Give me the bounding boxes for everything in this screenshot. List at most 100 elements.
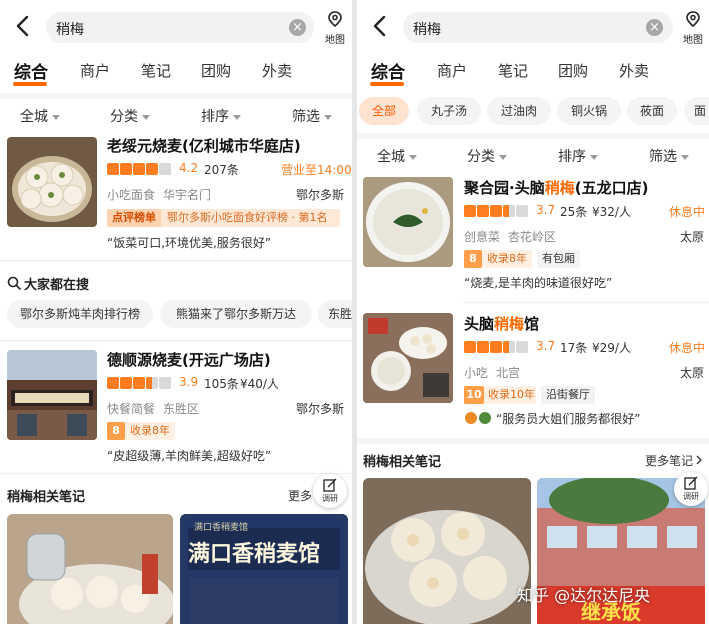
edit-icon <box>684 476 698 490</box>
shop-city: 太原 <box>680 366 705 380</box>
shop-name[interactable]: 聚合园·头脑稍梅(五龙口店) <box>464 177 648 198</box>
shop-name[interactable]: 老绥元烧麦(亿利城市华庭店) <box>107 135 301 156</box>
shop-name[interactable]: 德顺源烧麦(开远广场店) <box>107 349 271 370</box>
filter-screen[interactable]: 筛选 <box>292 106 332 126</box>
star-rating <box>107 163 171 175</box>
more-notes-link[interactable]: 更多笔记 <box>645 452 703 469</box>
search-input[interactable]: 稍梅 <box>413 19 441 39</box>
tab-merchants[interactable]: 商户 <box>437 60 467 81</box>
chip-copper-hotpot[interactable]: 铜火锅 <box>557 97 621 125</box>
chip-noodles[interactable]: 面 <box>684 97 709 125</box>
star-icon <box>477 341 489 353</box>
star-icon <box>516 341 528 353</box>
star-icon <box>120 163 132 175</box>
tab-merchants[interactable]: 商户 <box>80 60 110 81</box>
clear-icon[interactable]: × <box>646 19 663 36</box>
star-icon <box>490 341 502 353</box>
rating-score: 3.7 <box>536 339 556 353</box>
note-image-shaomai[interactable] <box>7 514 173 624</box>
tab-comprehensive[interactable]: 综合 <box>371 58 405 83</box>
filter-city[interactable]: 全城 <box>20 106 60 126</box>
chip-meatball-soup[interactable]: 丸子汤 <box>417 97 481 125</box>
shop-name-highlight: 稍梅 <box>494 315 525 333</box>
map-button[interactable]: 地图 <box>321 11 349 46</box>
filter-screen[interactable]: 筛选 <box>649 146 689 166</box>
tab-delivery[interactable]: 外卖 <box>262 60 292 81</box>
section-gap <box>357 133 709 139</box>
filter-city-label: 全城 <box>20 109 48 125</box>
star-rating <box>107 377 171 389</box>
chevron-right-icon <box>696 455 702 465</box>
search-bar[interactable]: 稍梅 × <box>403 12 673 43</box>
review-snippet: “皮超级薄,羊肉鲜美,超级好吃” <box>107 449 272 463</box>
reviewer-avatars-icon <box>465 412 491 424</box>
back-arrow-icon[interactable] <box>12 14 34 38</box>
popular-search-chip[interactable]: 东胜 <box>318 300 352 328</box>
rank-badge[interactable]: 点评榜单 鄂尔多斯小吃面食好评榜 · 第1名 <box>107 209 340 227</box>
filter-city-label: 全城 <box>377 149 405 165</box>
popular-search-chip[interactable]: 鄂尔多斯炖羊肉排行榜 <box>7 300 153 328</box>
dropdown-caret-icon <box>590 154 598 160</box>
average-price: ¥40/人 <box>240 377 279 391</box>
rating-score: 3.9 <box>179 375 199 389</box>
filter-category[interactable]: 分类 <box>467 146 507 166</box>
tab-notes[interactable]: 笔记 <box>141 60 171 81</box>
popular-searches-title: 大家都在搜 <box>24 278 90 293</box>
shop-area: 东胜区 <box>163 402 200 416</box>
search-input[interactable]: 稍梅 <box>56 19 84 39</box>
tab-comprehensive[interactable]: 综合 <box>14 58 48 83</box>
dropdown-caret-icon <box>52 114 60 120</box>
years-text: 收录8年 <box>130 424 170 437</box>
right-phone-screen: 稍梅 × 地图 综合 商户 笔记 团购 外卖 全部 丸子汤 过油肉 铜火锅 莜面… <box>357 0 709 624</box>
star-icon <box>490 205 502 217</box>
research-fab[interactable]: 调研 <box>674 472 708 506</box>
dropdown-caret-icon <box>499 154 507 160</box>
star-icon <box>120 377 132 389</box>
shop-area: 北宫 <box>496 366 521 380</box>
star-icon <box>146 377 158 389</box>
note-image-storefront-sign[interactable]: 满口香稍麦馆 满口香稍麦馆 <box>180 514 348 624</box>
map-button[interactable]: 地图 <box>679 11 707 46</box>
chip-all[interactable]: 全部 <box>359 97 409 125</box>
filter-sort[interactable]: 排序 <box>201 106 241 126</box>
shop-thumbnail-shaomai[interactable] <box>7 137 97 227</box>
section-gap <box>0 93 352 99</box>
star-icon <box>516 205 528 217</box>
shop-category: 小吃 <box>464 366 489 380</box>
note-image-shaomai[interactable] <box>363 478 531 624</box>
popular-search-chip[interactable]: 熊猫来了鄂尔多斯万达 <box>160 300 312 328</box>
dropdown-caret-icon <box>681 154 689 160</box>
search-bar[interactable]: 稍梅 × <box>46 12 314 43</box>
review-count: 207条 <box>204 163 239 177</box>
business-status: 营业至14:00 <box>281 163 352 177</box>
tab-group-buy[interactable]: 团购 <box>201 60 231 81</box>
research-fab[interactable]: 调研 <box>313 474 347 508</box>
shop-area: 杏花岭区 <box>508 230 557 244</box>
review-count: 105条 <box>204 377 239 391</box>
review-snippet: “饭菜可口,环境优美,服务很好” <box>107 236 272 250</box>
shop-thumbnail-soup[interactable] <box>363 177 453 267</box>
rating-score: 4.2 <box>179 161 199 175</box>
chip-fried-meat[interactable]: 过油肉 <box>487 97 551 125</box>
star-icon <box>133 377 145 389</box>
screenshot-root: 稍梅 × 地图 综合 商户 笔记 团购 外卖 全城 分类 排序 筛选 老绥元烧麦… <box>0 0 709 624</box>
filter-city[interactable]: 全城 <box>377 146 417 166</box>
more-notes-link[interactable]: 更多 <box>288 487 312 504</box>
tab-delivery[interactable]: 外卖 <box>619 60 649 81</box>
filter-category[interactable]: 分类 <box>110 106 150 126</box>
tab-notes[interactable]: 笔记 <box>498 60 528 81</box>
shop-name[interactable]: 头脑稍梅馆 <box>464 313 539 334</box>
shop-thumbnail-storefront[interactable] <box>7 350 97 440</box>
chip-oat-noodles[interactable]: 莜面 <box>627 97 677 125</box>
business-status: 休息中 <box>669 341 706 355</box>
years-number: 8 <box>107 422 125 440</box>
shop-thumbnail-table[interactable] <box>363 313 453 403</box>
rank-badge-label: 点评榜单 <box>107 209 161 227</box>
filter-sort[interactable]: 排序 <box>558 146 598 166</box>
watermark-text: 知乎 @达尔达尼央 <box>517 586 651 605</box>
tab-group-buy[interactable]: 团购 <box>558 60 588 81</box>
clear-icon[interactable]: × <box>289 19 306 36</box>
back-arrow-icon[interactable] <box>369 14 391 38</box>
section-gap <box>357 438 709 444</box>
years-text: 收录8年 <box>487 252 527 265</box>
